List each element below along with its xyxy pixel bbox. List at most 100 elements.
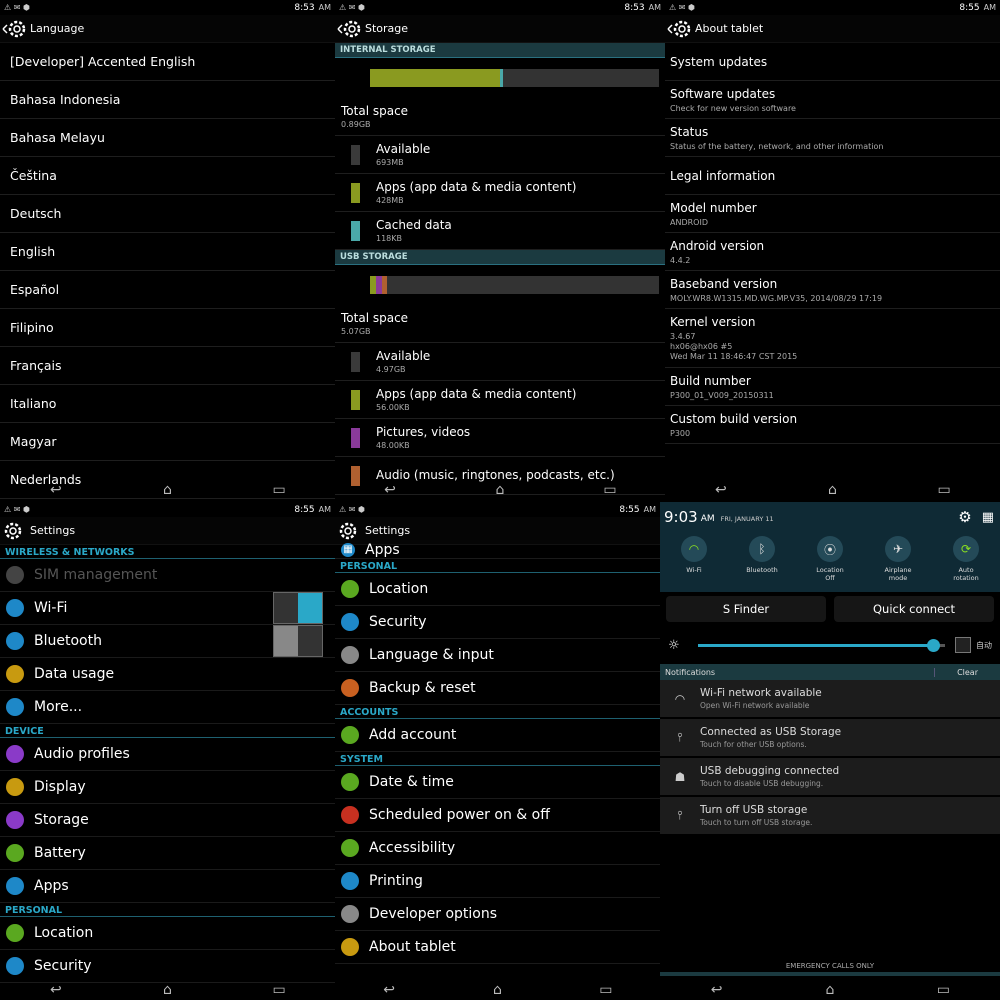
about-item[interactable]: Model number ANDROID bbox=[665, 195, 1000, 233]
storage-item[interactable]: Available 693MB bbox=[335, 136, 665, 174]
settings-item-apps[interactable]: Apps bbox=[0, 870, 335, 903]
notification-item[interactable]: ☗ USB debugging connected Touch to disable… bbox=[660, 758, 1000, 797]
language-item[interactable]: Français bbox=[0, 347, 335, 385]
s-finder-button[interactable]: S Finder bbox=[666, 596, 826, 622]
quick-toggle[interactable]: ✈ Airplane mode bbox=[868, 536, 928, 592]
settings-item-date-time[interactable]: Date & time bbox=[335, 766, 660, 799]
action-bar[interactable]: Storage bbox=[335, 15, 665, 43]
action-bar[interactable]: Settings bbox=[0, 517, 335, 545]
storage-item[interactable]: Apps (app data & media content) 428MB bbox=[335, 174, 665, 212]
language-item[interactable]: Magyar bbox=[0, 423, 335, 461]
auto-brightness-checkbox[interactable] bbox=[955, 637, 971, 653]
language-item[interactable]: Čeština bbox=[0, 157, 335, 195]
settings-item-printing[interactable]: Printing bbox=[335, 865, 660, 898]
home-icon[interactable]: ⌂ bbox=[152, 982, 182, 998]
settings-item-location[interactable]: Location bbox=[0, 917, 335, 950]
storage-item[interactable]: Pictures, videos 48.00KB bbox=[335, 419, 665, 457]
notification-item[interactable]: ⫯ Turn off USB storage Touch to turn off U… bbox=[660, 797, 1000, 836]
home-icon[interactable]: ⌂ bbox=[815, 982, 845, 998]
about-item[interactable]: Custom build version P300 bbox=[665, 406, 1000, 444]
recents-icon[interactable]: ▭ bbox=[928, 982, 958, 998]
settings-item-backup-reset[interactable]: Backup & reset bbox=[335, 672, 660, 705]
settings-item-accessibility[interactable]: Accessibility bbox=[335, 832, 660, 865]
back-icon[interactable]: ↩ bbox=[41, 982, 71, 998]
settings-item-security[interactable]: Security bbox=[0, 950, 335, 983]
language-item[interactable]: Español bbox=[0, 271, 335, 309]
settings-item-data-usage[interactable]: Data usage bbox=[0, 658, 335, 691]
language-item[interactable]: Italiano bbox=[0, 385, 335, 423]
quick-connect-button[interactable]: Quick connect bbox=[834, 596, 994, 622]
storage-item[interactable]: Available 4.97GB bbox=[335, 343, 665, 381]
settings-item-apps[interactable]: ▦ Apps bbox=[335, 541, 660, 559]
recents-icon[interactable]: ▭ bbox=[264, 982, 294, 998]
settings-item-security[interactable]: Security bbox=[335, 606, 660, 639]
quick-toggle[interactable]: ◠ Wi-Fi bbox=[664, 536, 724, 592]
storage-item[interactable]: Total space 5.07GB bbox=[335, 305, 665, 343]
settings-item-display[interactable]: Display bbox=[0, 771, 335, 804]
home-icon[interactable]: ⌂ bbox=[482, 982, 512, 998]
quick-toggle[interactable]: ⦿ Location Off bbox=[800, 536, 860, 592]
back-icon[interactable]: ↩ bbox=[702, 982, 732, 998]
settings-gear-icon[interactable] bbox=[667, 18, 691, 40]
settings-item-storage[interactable]: Storage bbox=[0, 804, 335, 837]
recents-icon[interactable]: ▭ bbox=[595, 482, 625, 498]
settings-item-add-account[interactable]: Add account bbox=[335, 719, 660, 752]
settings-item-about-tablet[interactable]: About tablet bbox=[335, 931, 660, 964]
about-item[interactable]: Software updates Check for new version so… bbox=[665, 81, 1000, 119]
about-item[interactable]: System updates bbox=[665, 43, 1000, 81]
settings-item-language-input[interactable]: Language & input bbox=[335, 639, 660, 672]
settings-item-sim-management[interactable]: SIM management bbox=[0, 559, 335, 592]
settings-gear-icon[interactable] bbox=[2, 520, 26, 542]
settings-item-wi-fi[interactable]: Wi-Fi bbox=[0, 592, 335, 625]
settings-item-bluetooth[interactable]: Bluetooth bbox=[0, 625, 335, 658]
about-item[interactable]: Android version 4.4.2 bbox=[665, 233, 1000, 271]
home-icon[interactable]: ⌂ bbox=[152, 482, 182, 498]
settings-item-scheduled-power-on-off[interactable]: Scheduled power on & off bbox=[335, 799, 660, 832]
settings-item-audio-profiles[interactable]: Audio profiles bbox=[0, 738, 335, 771]
home-icon[interactable]: ⌂ bbox=[485, 482, 515, 498]
language-item[interactable]: Bahasa Melayu bbox=[0, 119, 335, 157]
about-item[interactable]: Build number P300_01_V009_20150311 bbox=[665, 368, 1000, 406]
brightness-knob[interactable] bbox=[926, 638, 940, 652]
recents-icon[interactable]: ▭ bbox=[591, 982, 621, 998]
settings-gear-icon[interactable]: ⚙ bbox=[958, 508, 971, 526]
storage-item[interactable]: Apps (app data & media content) 56.00KB bbox=[335, 381, 665, 419]
back-icon[interactable]: ↩ bbox=[41, 482, 71, 498]
about-item[interactable]: Kernel version 3.4.67 hx06@hx06 #5 Wed Ma… bbox=[665, 309, 1000, 368]
action-bar[interactable]: About tablet bbox=[665, 15, 1000, 43]
storage-item[interactable]: Total space 0.89GB bbox=[335, 98, 665, 136]
quick-toggle[interactable]: ᛒ Bluetooth bbox=[732, 536, 792, 592]
language-item[interactable]: Bahasa Indonesia bbox=[0, 81, 335, 119]
settings-item-developer-options[interactable]: Developer options bbox=[335, 898, 660, 931]
brightness-slider[interactable] bbox=[697, 638, 945, 652]
settings-gear-icon[interactable] bbox=[337, 18, 361, 40]
settings-item-location[interactable]: Location bbox=[335, 573, 660, 606]
home-icon[interactable]: ⌂ bbox=[817, 482, 847, 498]
settings-item-battery[interactable]: Battery bbox=[0, 837, 335, 870]
recents-icon[interactable]: ▭ bbox=[929, 482, 959, 498]
language-item[interactable]: Deutsch bbox=[0, 195, 335, 233]
settings-gear-icon[interactable] bbox=[337, 520, 361, 542]
back-icon[interactable]: ↩ bbox=[374, 982, 404, 998]
handle-bar[interactable] bbox=[660, 972, 1000, 976]
recents-icon[interactable]: ▭ bbox=[264, 482, 294, 498]
storage-item[interactable]: Cached data 118KB bbox=[335, 212, 665, 250]
grid-edit-icon[interactable]: ▦ bbox=[982, 510, 994, 525]
clear-button[interactable]: Clear bbox=[934, 667, 1000, 677]
wifi-toggle[interactable] bbox=[273, 592, 323, 624]
settings-gear-icon[interactable] bbox=[2, 18, 26, 40]
about-item[interactable]: Status Status of the battery, network, an… bbox=[665, 119, 1000, 157]
about-item[interactable]: Legal information bbox=[665, 157, 1000, 195]
quick-toggle[interactable]: ⟳ Auto rotation bbox=[936, 536, 996, 592]
notification-item[interactable]: ⫯ Connected as USB Storage Touch for other… bbox=[660, 719, 1000, 758]
notification-item[interactable]: ◠ Wi-Fi network available Open Wi-Fi netwo… bbox=[660, 680, 1000, 719]
bluetooth-toggle[interactable] bbox=[273, 625, 323, 657]
back-icon[interactable]: ↩ bbox=[706, 482, 736, 498]
language-item[interactable]: English bbox=[0, 233, 335, 271]
about-item[interactable]: Baseband version MOLY.WR8.W1315.MD.WG.MP.… bbox=[665, 271, 1000, 309]
settings-item-more[interactable]: More... bbox=[0, 691, 335, 724]
action-bar[interactable]: Language bbox=[0, 15, 335, 43]
language-item[interactable]: Filipino bbox=[0, 309, 335, 347]
back-icon[interactable]: ↩ bbox=[375, 482, 405, 498]
language-item[interactable]: [Developer] Accented English bbox=[0, 43, 335, 81]
